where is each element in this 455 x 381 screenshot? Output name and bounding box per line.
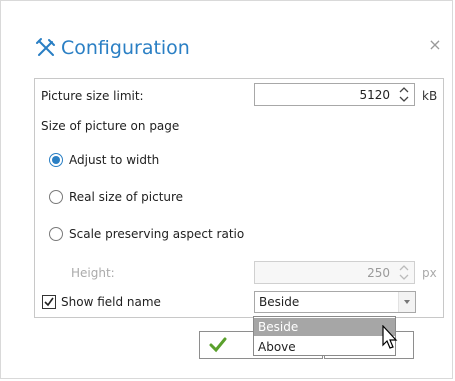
chevron-down-icon[interactable] (398, 292, 415, 312)
spinner-arrows-icon[interactable] (398, 264, 410, 281)
picture-size-unit: kB (422, 89, 438, 103)
configuration-dialog: Configuration × Picture size limit: 5120… (0, 0, 453, 379)
close-icon: × (428, 35, 442, 54)
height-label: Height: (71, 266, 115, 280)
spinner-arrows-icon[interactable] (398, 86, 410, 103)
mouse-cursor-icon (382, 325, 398, 349)
field-name-position-dropdown: Beside Above (253, 316, 396, 356)
dialog-title-bar: Configuration (35, 35, 190, 61)
close-button[interactable]: × (427, 37, 443, 53)
picture-size-limit-input[interactable]: 5120 (254, 83, 415, 106)
radio-scale-aspect[interactable]: Scale preserving aspect ratio (49, 227, 244, 241)
height-unit: px (422, 266, 437, 280)
dialog-title: Configuration (61, 37, 190, 59)
height-value: 250 (367, 266, 390, 280)
radio-button[interactable] (49, 227, 63, 241)
radio-button[interactable] (49, 190, 63, 204)
dropdown-option-above[interactable]: Above (254, 338, 395, 356)
radio-button-checked[interactable] (49, 153, 63, 167)
radio-real-size-label: Real size of picture (69, 190, 184, 204)
dropdown-option-beside[interactable]: Beside (254, 318, 395, 336)
checkmark-icon (209, 337, 227, 353)
show-field-name-checkbox[interactable]: Show field name (42, 295, 161, 309)
check-icon (44, 297, 54, 307)
size-on-page-label: Size of picture on page (41, 119, 180, 133)
field-name-position-value: Beside (259, 295, 300, 309)
checkbox-box[interactable] (42, 295, 56, 309)
radio-adjust-to-width-label: Adjust to width (69, 153, 160, 167)
show-field-name-label: Show field name (61, 295, 161, 309)
radio-real-size[interactable]: Real size of picture (49, 190, 183, 204)
settings-panel: Picture size limit: 5120 kB Size of pict… (34, 78, 444, 318)
radio-adjust-to-width[interactable]: Adjust to width (49, 153, 159, 167)
radio-scale-aspect-label: Scale preserving aspect ratio (69, 227, 245, 241)
field-name-position-select[interactable]: Beside (254, 291, 416, 313)
height-input[interactable]: 250 (254, 261, 415, 284)
picture-size-limit-value: 5120 (359, 88, 390, 102)
picture-size-limit-label: Picture size limit: (41, 89, 144, 103)
tools-icon (36, 38, 55, 56)
